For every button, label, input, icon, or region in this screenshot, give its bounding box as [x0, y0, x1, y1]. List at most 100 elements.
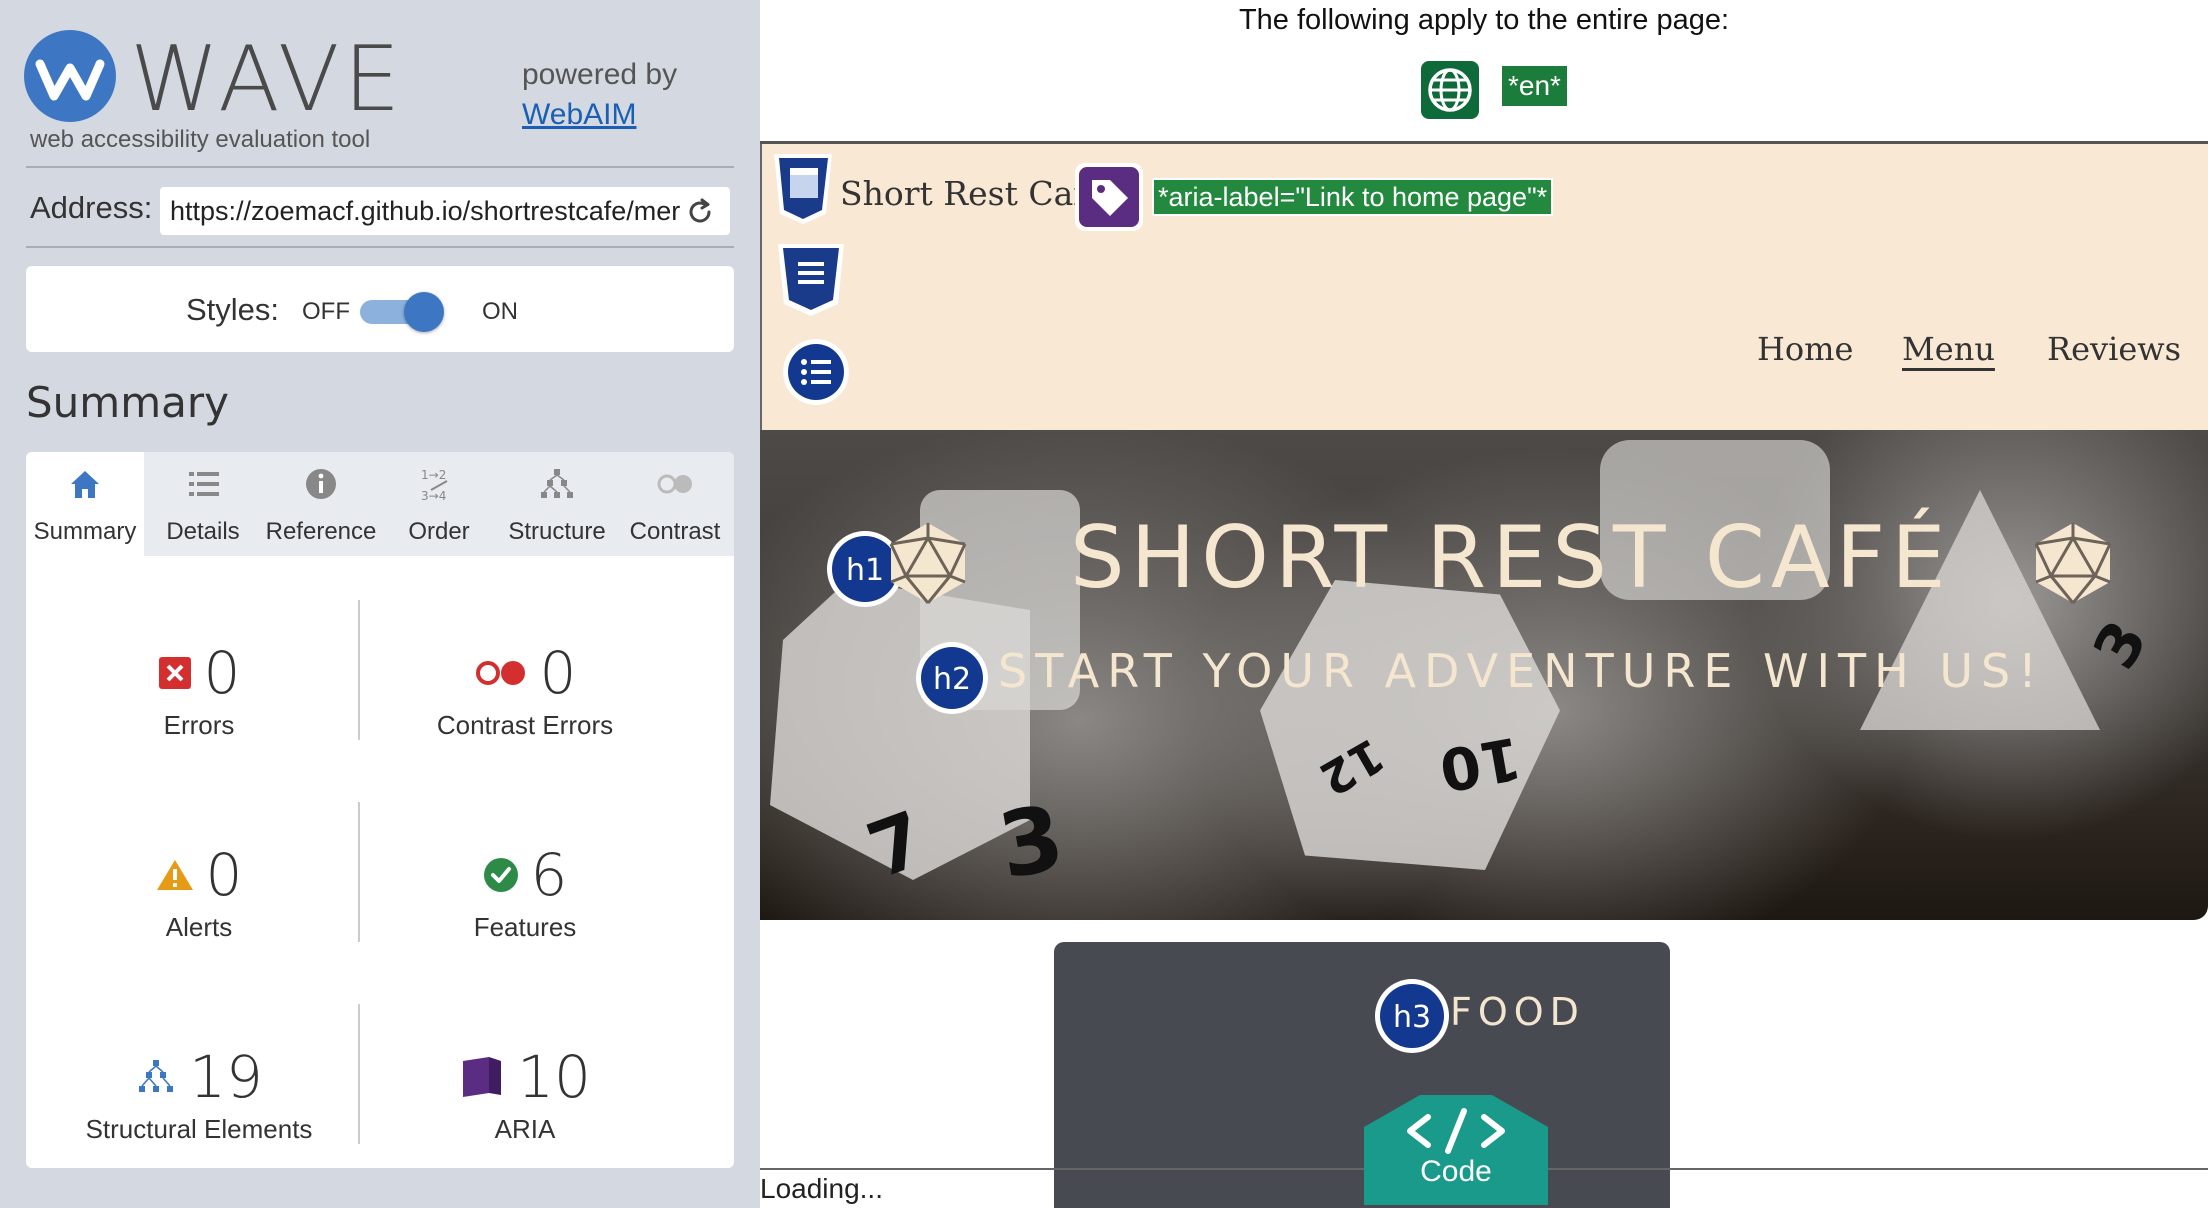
- aria-label-icon[interactable]: [1074, 162, 1144, 232]
- stat-count: 6: [530, 841, 568, 909]
- tab-reference[interactable]: Reference: [262, 452, 380, 556]
- d20-icon: [2034, 523, 2112, 604]
- tab-structure[interactable]: Structure: [498, 452, 616, 556]
- hero-subheading: START YOUR ADVENTURE WITH US!: [998, 644, 2045, 698]
- stat-label: Structural Elements: [85, 1114, 313, 1144]
- svg-text:h3: h3: [1393, 1000, 1431, 1035]
- navigation-region-icon[interactable]: [776, 242, 846, 318]
- summary-panel: Summary Details Reference 1→2 3→4 Order …: [26, 452, 734, 1168]
- order-icon: 1→2 3→4: [421, 468, 448, 503]
- stat-structural[interactable]: 19 Structural Elements: [40, 1042, 358, 1145]
- code-icon: [1407, 1108, 1505, 1154]
- page-preview: The following apply to the entire page: …: [760, 0, 2208, 1208]
- wave-sidebar: WAVE web accessibility evaluation tool p…: [0, 0, 760, 1208]
- svg-text:1→2: 1→2: [421, 468, 446, 482]
- feature-icon: [483, 858, 518, 892]
- tab-label: Contrast: [629, 518, 721, 545]
- reload-icon[interactable]: [684, 196, 716, 228]
- stat-errors[interactable]: 0 Errors: [40, 638, 358, 741]
- h3-heading-icon[interactable]: h3: [1374, 978, 1450, 1054]
- tab-order[interactable]: 1→2 3→4 Order: [380, 452, 498, 556]
- h2-heading-icon[interactable]: h2: [915, 641, 989, 715]
- styles-off-label: OFF: [302, 298, 350, 325]
- language-icon-bg: [1421, 61, 1479, 119]
- nav-home[interactable]: Home: [1757, 330, 1853, 368]
- info-icon: [306, 469, 336, 499]
- divider: [26, 166, 734, 168]
- divider: [358, 600, 360, 740]
- stat-count: 19: [189, 1043, 263, 1111]
- svg-text:h2: h2: [933, 662, 971, 697]
- site-header: Short Rest Cafe *aria-label="Link to hom…: [760, 144, 2208, 430]
- dice-number: 10: [1434, 723, 1527, 805]
- contrast-error-icon: [475, 661, 525, 685]
- powered-by-text: powered by: [522, 58, 678, 91]
- stat-label: Errors: [163, 710, 235, 740]
- tab-label: Reference: [265, 518, 377, 545]
- stat-aria[interactable]: 10 ARIA: [366, 1042, 684, 1145]
- wave-title: WAVE: [130, 27, 405, 132]
- address-label: Address:: [30, 190, 153, 225]
- tab-details[interactable]: Details: [144, 452, 262, 556]
- dice-number: 3: [991, 785, 1072, 900]
- code-label: Code: [1420, 1155, 1492, 1188]
- dice-image: [1260, 580, 1560, 870]
- globe-icon: [1428, 68, 1472, 112]
- list-icon[interactable]: [782, 338, 850, 406]
- stat-features[interactable]: 6 Features: [366, 840, 684, 943]
- language-tag: *en*: [1500, 64, 1569, 108]
- hero-banner: 7 3 10 12 3 h1 SHORT REST CAFÉ h2 START …: [760, 430, 2208, 920]
- d20-icon: [889, 523, 967, 604]
- list-icon: [189, 472, 219, 496]
- summary-heading: Summary: [26, 378, 229, 427]
- site-logo-link[interactable]: Short Rest Cafe: [840, 174, 1105, 213]
- stat-contrast-errors[interactable]: 0 Contrast Errors: [366, 638, 684, 741]
- svg-text:3→4: 3→4: [421, 489, 446, 503]
- stat-label: Contrast Errors: [436, 710, 614, 740]
- hero-heading: SHORT REST CAFÉ: [1070, 508, 1952, 608]
- tab-label: Structure: [508, 518, 606, 545]
- structure-icon: [139, 1060, 174, 1092]
- error-icon: [158, 657, 191, 689]
- home-icon: [71, 471, 99, 498]
- page-level-notice: The following apply to the entire page:: [1238, 4, 1730, 36]
- styles-toggle[interactable]: [360, 292, 444, 332]
- tab-bar: Summary Details Reference 1→2 3→4 Order …: [26, 452, 734, 556]
- stat-alerts[interactable]: 0 Alerts: [40, 840, 358, 943]
- alert-icon: [156, 860, 193, 890]
- stat-count: 0: [205, 841, 243, 909]
- stat-count: 0: [203, 639, 241, 707]
- dice-number: 3: [2080, 609, 2162, 681]
- wave-subtitle: web accessibility evaluation tool: [30, 126, 371, 153]
- tab-label: Details: [166, 518, 240, 545]
- stat-count: 10: [517, 1043, 591, 1111]
- tab-summary[interactable]: Summary: [26, 452, 144, 556]
- styles-on-label: ON: [482, 298, 518, 325]
- tab-contrast[interactable]: Contrast: [616, 452, 734, 556]
- stat-count: 0: [539, 639, 577, 707]
- food-heading: FOOD: [1450, 990, 1585, 1034]
- tab-label: Summary: [33, 518, 137, 545]
- code-button[interactable]: Code: [1364, 1093, 1548, 1205]
- aria-icon: [463, 1057, 502, 1097]
- nav-reviews[interactable]: Reviews: [2047, 330, 2181, 368]
- contrast-icon: [657, 474, 692, 494]
- language-icon[interactable]: [1417, 57, 1483, 123]
- aria-label-tag: *aria-label="Link to home page"*: [1151, 178, 1554, 216]
- header-region-icon[interactable]: [770, 152, 840, 226]
- divider: [26, 246, 734, 248]
- stat-label: Features: [473, 912, 577, 942]
- status-text: Loading...: [760, 1173, 883, 1204]
- nav-menu[interactable]: Menu: [1902, 330, 1995, 368]
- svg-text:h1: h1: [846, 553, 884, 588]
- styles-toggle-box: Styles: OFF ON: [26, 266, 734, 352]
- wave-logo-icon: [24, 30, 116, 122]
- stat-label: ARIA: [494, 1114, 556, 1144]
- stat-label: Alerts: [165, 912, 233, 942]
- styles-label: Styles:: [186, 292, 280, 327]
- structure-icon: [541, 469, 573, 498]
- webaim-link[interactable]: WebAIM: [522, 98, 636, 132]
- address-input[interactable]: https://zoemacf.github.io/shortrestcafe/…: [160, 187, 730, 235]
- divider: [358, 1004, 360, 1144]
- toggle-knob: [404, 292, 444, 332]
